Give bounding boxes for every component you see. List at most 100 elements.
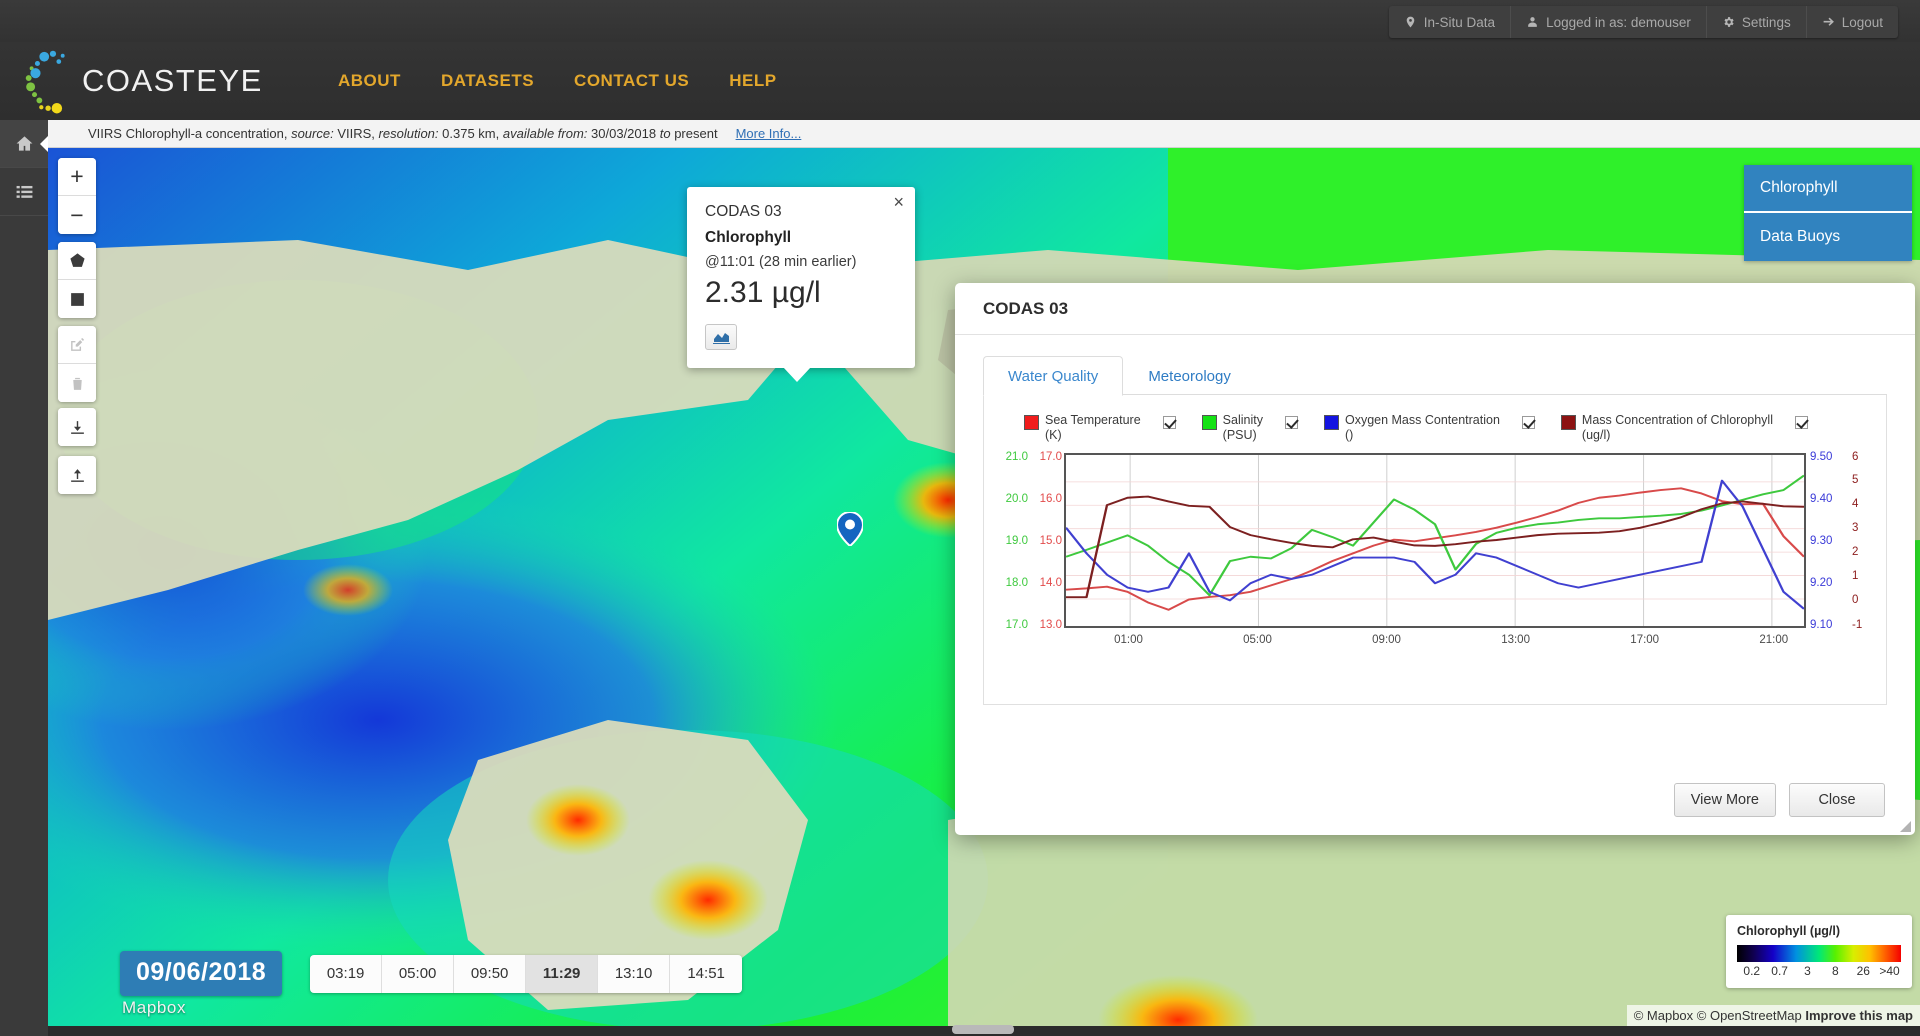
buoy-marker-codas-03[interactable] [837,512,863,546]
info-to-value: present [674,126,717,141]
download-control [58,408,96,446]
tab-water-quality[interactable]: Water Quality [983,356,1123,396]
brand-name: COASTEYE [82,63,263,99]
chart-series-sea-temperature [1066,488,1804,609]
legend-checkbox-chlorophyll[interactable] [1795,416,1808,429]
color-scale-gradient [1737,945,1901,962]
scale-tick: >40 [1879,964,1899,978]
legend-item-sea-temperature[interactable]: Sea Temperature (K) [1024,413,1141,443]
brand-logo[interactable]: COASTEYE [18,46,318,116]
chart-plot-area[interactable] [1064,453,1806,628]
chart-legend: Sea Temperature (K) Salinity (PSU) [996,409,1874,453]
zoom-out-button[interactable]: − [58,196,96,234]
legend-series-name: Mass Concentration of Chlorophyll [1582,413,1773,427]
gear-icon [1722,15,1735,29]
y-tick: 9.50 [1810,451,1832,463]
minus-icon: − [70,204,83,227]
upload-icon [69,467,86,484]
delete-shape-button[interactable] [58,364,96,402]
info-resolution-label: resolution: [379,126,439,141]
utility-item-user[interactable]: Logged in as: demouser [1511,6,1707,38]
chart-series-svg [1066,455,1804,626]
legend-checkbox-salinity[interactable] [1285,416,1298,429]
time-step[interactable]: 13:10 [598,955,670,993]
edit-shape-button[interactable] [58,326,96,364]
legend-series-name: Salinity [1223,413,1263,427]
time-step[interactable]: 14:51 [670,955,742,993]
chart-series-salinity [1066,476,1804,596]
y-tick: 9.40 [1810,493,1832,505]
utility-item-label: Logged in as: demouser [1546,15,1691,30]
y-tick: 9.10 [1810,619,1832,631]
layer-switcher: Chlorophyll Data Buoys [1744,165,1912,261]
nav-link-datasets[interactable]: DATASETS [441,71,534,91]
utility-item-in-situ-data[interactable]: In-Situ Data [1389,6,1511,38]
time-step[interactable]: 03:19 [310,955,382,993]
zoom-controls: + − [58,158,96,234]
more-info-link[interactable]: More Info... [736,126,802,141]
legend-swatch-chlorophyll [1561,415,1576,430]
rail-item-list[interactable] [0,168,48,216]
y-tick: 14.0 [1040,577,1062,589]
y-axis-oxygen: 9.50 9.40 9.30 9.20 9.10 [1806,453,1846,628]
utility-item-settings[interactable]: Settings [1707,6,1807,38]
legend-swatch-oxygen [1324,415,1339,430]
legend-checkbox-sea-temperature[interactable] [1163,416,1176,429]
edit-pencil-icon [69,336,86,353]
y-tick: 15.0 [1040,535,1062,547]
x-tick: 13:00 [1501,634,1530,646]
dialog-tabstrip: Water Quality Meteorology [983,355,1887,395]
y-tick: -1 [1852,619,1862,631]
utility-bar: In-Situ Data Logged in as: demouser Sett… [0,0,1920,42]
legend-label-sea-temperature: Sea Temperature (K) [1045,413,1141,443]
time-slider-date[interactable]: 09/06/2018 [120,951,282,996]
info-available-value: 30/03/2018 [591,126,656,141]
utility-item-label: Settings [1742,15,1791,30]
utility-item-label: In-Situ Data [1424,15,1495,30]
x-tick: 01:00 [1114,634,1143,646]
close-dialog-button[interactable]: Close [1789,783,1885,817]
y-tick: 16.0 [1040,493,1062,505]
dialog-resize-handle[interactable] [1900,821,1911,832]
chart-plot-row: 21.0 20.0 19.0 18.0 17.0 17.0 16.0 15.0 … [996,453,1874,628]
attribution-improve-link[interactable]: Improve this map [1805,1008,1913,1023]
zoom-in-button[interactable]: + [58,158,96,196]
nav-link-help[interactable]: HELP [729,71,776,91]
draw-rectangle-button[interactable] [58,280,96,318]
tab-meteorology[interactable]: Meteorology [1123,356,1256,396]
nav-link-about[interactable]: ABOUT [338,71,401,91]
legend-swatch-salinity [1202,415,1217,430]
time-step-selected[interactable]: 11:29 [526,955,598,993]
legend-checkbox-oxygen[interactable] [1522,416,1535,429]
time-step[interactable]: 09:50 [454,955,526,993]
popup-station-name: CODAS 03 [705,203,897,221]
legend-item-salinity[interactable]: Salinity (PSU) [1202,413,1263,443]
nav-link-contact-us[interactable]: CONTACT US [574,71,689,91]
legend-series-unit: () [1345,428,1353,442]
y-tick: 17.0 [1006,619,1028,631]
popup-open-chart-button[interactable] [705,324,737,350]
x-tick: 17:00 [1630,634,1659,646]
legend-item-oxygen-mass-contentration[interactable]: Oxygen Mass Contentration () [1324,413,1500,443]
utility-item-label: Logout [1842,15,1883,30]
time-step[interactable]: 05:00 [382,955,454,993]
chart-panel: Sea Temperature (K) Salinity (PSU) [983,395,1887,705]
trash-icon [69,375,86,392]
view-more-button[interactable]: View More [1674,783,1776,817]
y-axis-sea-temperature: 17.0 16.0 15.0 14.0 13.0 [1030,453,1064,628]
layer-button-chlorophyll[interactable]: Chlorophyll [1744,165,1912,213]
popup-close-icon[interactable]: × [893,193,904,211]
rail-item-home[interactable] [0,120,48,168]
y-tick: 13.0 [1040,619,1062,631]
dataset-info-ribbon: VIIRS Chlorophyll-a concentration, sourc… [48,120,1920,148]
utility-item-logout[interactable]: Logout [1807,6,1898,38]
popup-measurement-value: 2.31 µg/l [705,276,897,310]
upload-control [58,456,96,494]
upload-button[interactable] [58,456,96,494]
logout-arrow-icon [1822,15,1835,29]
horizontal-scrollbar-thumb[interactable] [952,1025,1014,1034]
layer-button-data-buoys[interactable]: Data Buoys [1744,213,1912,261]
legend-item-mass-concentration-of-chlorophyll[interactable]: Mass Concentration of Chlorophyll (ug/l) [1561,413,1773,443]
download-button[interactable] [58,408,96,446]
draw-polygon-button[interactable] [58,242,96,280]
